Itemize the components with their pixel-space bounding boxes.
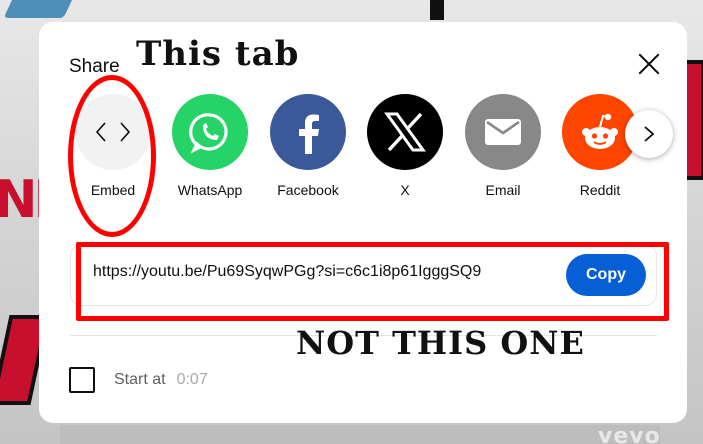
share-target-label: Facebook: [277, 182, 339, 198]
start-at-checkbox[interactable]: [69, 367, 95, 393]
start-at-time-input[interactable]: [176, 371, 237, 389]
annotation-note: NOT THIS ONE: [296, 324, 585, 362]
annotation-title: This tab: [136, 34, 300, 74]
vevo-watermark: vevo: [598, 424, 661, 444]
background-graphic: [3, 0, 81, 18]
share-target-label: Email: [485, 182, 521, 198]
whatsapp-icon: [172, 94, 248, 170]
share-target-x[interactable]: X: [357, 94, 453, 198]
background-graphic: [430, 0, 444, 20]
start-at-label: Start at: [114, 371, 166, 388]
chevron-right-icon: [644, 126, 655, 142]
share-target-facebook[interactable]: Facebook: [260, 94, 356, 198]
start-at-row: Start at: [69, 366, 237, 394]
close-icon: [638, 53, 660, 75]
background-graphic: NF: [0, 170, 69, 230]
next-targets-button[interactable]: [625, 110, 673, 158]
annotation-rectangle: [76, 242, 669, 321]
close-button[interactable]: [631, 46, 667, 82]
share-target-label: X: [400, 182, 410, 198]
x-logo-icon: [367, 94, 443, 170]
annotation-oval: [68, 75, 156, 237]
share-target-label: WhatsApp: [177, 182, 243, 198]
background-graphic: [60, 425, 660, 444]
email-icon: [465, 94, 541, 170]
facebook-icon: [270, 94, 346, 170]
share-target-email[interactable]: Email: [455, 94, 551, 198]
share-target-label: Reddit: [579, 182, 621, 198]
share-target-whatsapp[interactable]: WhatsApp: [162, 94, 258, 198]
